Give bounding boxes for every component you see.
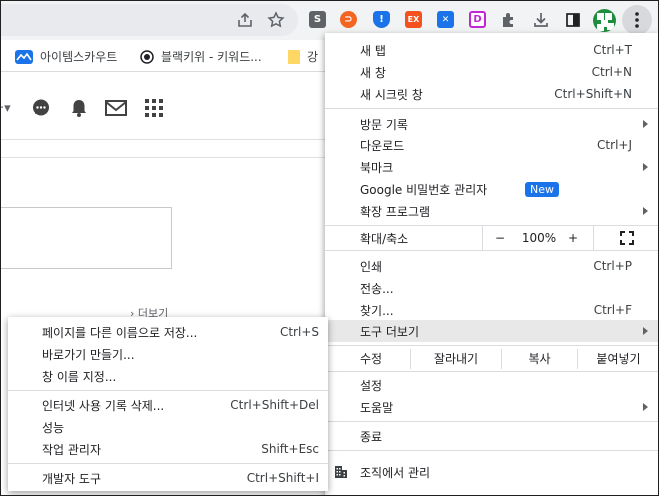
menu-history[interactable]: 방문 기록 (325, 113, 659, 135)
submenu-arrow-icon (643, 327, 648, 335)
zoom-level: 100% (521, 231, 557, 245)
page-dropdown-fragment[interactable]: ·▾ (0, 96, 11, 120)
menu-new-window[interactable]: 새 창 Ctrl+N (325, 61, 659, 83)
submenu-arrow-icon (643, 163, 648, 171)
menu-separator (325, 371, 659, 372)
submenu-save-page[interactable]: 페이지를 다른 이름으로 저장... Ctrl+S (8, 321, 328, 343)
bell-notification-icon[interactable] (68, 97, 90, 119)
blackkiwi-logo-icon (140, 49, 154, 64)
submenu-developer-tools[interactable]: 개발자 도구 Ctrl+Shift+I (8, 467, 328, 489)
apps-grid-icon[interactable] (143, 97, 165, 119)
submenu-arrow-icon (643, 403, 648, 411)
menu-new-tab[interactable]: 새 탭 Ctrl+T (325, 39, 659, 61)
bookmark-blackkiwi[interactable]: 블랙키위 - 키워드... (140, 48, 262, 65)
itemscout-logo-icon (15, 49, 33, 64)
star-bookmark-icon[interactable] (265, 9, 287, 31)
extension-shield-icon[interactable]: ! (373, 11, 390, 28)
copy-button[interactable]: 복사 (502, 347, 577, 369)
extension-s-icon[interactable]: S (309, 11, 326, 28)
menu-more-tools[interactable]: 도구 더보기 (325, 320, 659, 342)
menu-separator (325, 421, 659, 422)
submenu-separator (8, 390, 328, 391)
fullscreen-icon (619, 231, 634, 245)
fullscreen-button[interactable] (594, 226, 659, 250)
extension-rss-icon[interactable]: ⊃ (340, 11, 357, 28)
bookmark-itemscout[interactable]: 아이템스카우트 (15, 48, 117, 65)
submenu-arrow-icon (643, 120, 648, 128)
submenu-performance[interactable]: 성능 (8, 416, 328, 438)
bookmark-label: 블랙키위 - 키워드... (161, 50, 262, 64)
cut-button[interactable]: 잘라내기 (411, 347, 501, 369)
new-badge: New (525, 181, 559, 197)
kebab-menu-icon (635, 12, 639, 28)
menu-managed-by-org[interactable]: 조직에서 관리 (325, 461, 659, 483)
menu-settings[interactable]: 설정 (325, 374, 659, 396)
bookmark-folder[interactable]: 강 (288, 48, 318, 65)
extension-ex-icon[interactable]: EX (405, 11, 422, 28)
profile-avatar[interactable] (593, 9, 616, 32)
submenu-name-window[interactable]: 창 이름 지정... (8, 365, 328, 387)
content-divider (0, 139, 326, 140)
zoom-out-button[interactable]: − (483, 226, 517, 250)
submenu-arrow-icon (643, 207, 648, 215)
chat-bubble-icon[interactable] (30, 97, 52, 119)
download-icon[interactable] (530, 9, 552, 31)
submenu-task-manager[interactable]: 작업 관리자 Shift+Esc (8, 438, 328, 460)
menu-separator (325, 450, 659, 451)
submenu-create-shortcut[interactable]: 바로가기 만들기... (8, 343, 328, 365)
menu-help[interactable]: 도움말 (325, 396, 659, 418)
menu-cast[interactable]: 전송... (325, 277, 659, 299)
side-panel-icon[interactable] (562, 9, 584, 31)
menu-zoom-row: 확대/축소 − 100% + (325, 226, 659, 250)
chrome-main-menu: 새 탭 Ctrl+T 새 창 Ctrl+N 새 시크릿 창 Ctrl+Shift… (325, 33, 659, 496)
extension-d-icon[interactable]: D (469, 11, 486, 28)
menu-separator (325, 250, 659, 251)
zoom-label: 확대/축소 (360, 231, 409, 246)
content-panel (0, 207, 172, 269)
submenu-separator (8, 463, 328, 464)
bookmark-label: 강 (307, 50, 319, 64)
puzzle-extensions-icon[interactable] (498, 9, 520, 31)
menu-password-manager[interactable]: Google 비밀번호 관리자 New (325, 178, 659, 200)
building-icon (335, 466, 347, 478)
content-divider (0, 157, 326, 158)
share-icon[interactable] (234, 9, 256, 31)
mail-envelope-icon[interactable] (105, 97, 127, 119)
folder-icon (288, 49, 300, 64)
paste-button[interactable]: 붙여넣기 (578, 347, 659, 369)
menu-print[interactable]: 인쇄 Ctrl+P (325, 255, 659, 277)
menu-bookmarks[interactable]: 북마크 (325, 156, 659, 178)
edit-label: 수정 (360, 351, 383, 366)
menu-downloads[interactable]: 다운로드 Ctrl+J (325, 134, 659, 156)
extension-x-icon[interactable]: ✕ (437, 11, 454, 28)
bookmark-label: 아이템스카우트 (40, 50, 118, 64)
menu-incognito-window[interactable]: 새 시크릿 창 Ctrl+Shift+N (325, 83, 659, 105)
menu-separator (325, 345, 659, 346)
more-tools-submenu: 페이지를 다른 이름으로 저장... Ctrl+S 바로가기 만들기... 창 … (8, 317, 328, 491)
submenu-clear-browsing-data[interactable]: 인터넷 사용 기록 삭제... Ctrl+Shift+Del (8, 394, 328, 416)
zoom-in-button[interactable]: + (561, 226, 585, 250)
menu-extensions[interactable]: 확장 프로그램 (325, 200, 659, 222)
menu-exit[interactable]: 종료 (325, 425, 659, 447)
chrome-menu-button[interactable] (622, 5, 652, 35)
menu-edit-row: 수정 잘라내기 복사 붙여넣기 (325, 347, 659, 369)
menu-find[interactable]: 찾기... Ctrl+F (325, 299, 659, 321)
menu-separator (325, 108, 659, 109)
